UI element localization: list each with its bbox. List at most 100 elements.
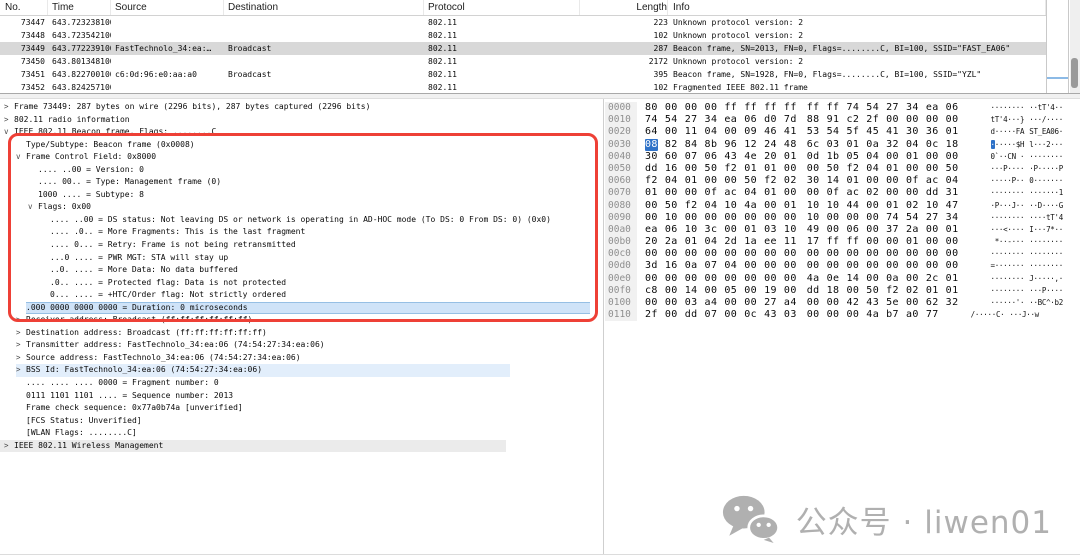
hex-byte[interactable]: ff: [724, 102, 737, 114]
hex-byte[interactable]: 01: [744, 224, 757, 236]
hex-byte[interactable]: 00: [946, 260, 959, 272]
hex-byte[interactable]: 00: [866, 273, 879, 285]
hex-byte[interactable]: ff: [846, 236, 859, 248]
hex-byte[interactable]: 01: [846, 139, 859, 151]
hex-byte[interactable]: 00: [906, 248, 919, 260]
hex-byte[interactable]: 91: [827, 114, 840, 126]
hex-byte[interactable]: 04: [866, 163, 879, 175]
column-header-length[interactable]: Length: [580, 0, 668, 15]
collapse-arrow-icon[interactable]: >: [4, 440, 14, 453]
hex-byte[interactable]: 03: [827, 139, 840, 151]
hex-byte[interactable]: 00: [685, 187, 698, 199]
tree-line[interactable]: >BSS Id: FastTechnolo_34:ea:06 (74:54:27…: [0, 364, 603, 377]
collapse-arrow-icon[interactable]: >: [4, 101, 14, 114]
collapse-arrow-icon[interactable]: >: [16, 339, 26, 352]
hex-byte[interactable]: 14: [685, 285, 698, 297]
hex-byte[interactable]: 08: [645, 139, 658, 151]
hex-byte[interactable]: 19: [764, 285, 777, 297]
hex-byte[interactable]: 00: [866, 236, 879, 248]
hex-byte[interactable]: 20: [764, 151, 777, 163]
hex-byte[interactable]: 62: [926, 297, 939, 309]
hex-byte[interactable]: 00: [784, 163, 797, 175]
hex-byte[interactable]: 00: [886, 187, 899, 199]
hex-byte[interactable]: 00: [744, 297, 757, 309]
hex-byte[interactable]: 50: [866, 285, 879, 297]
hex-byte[interactable]: 36: [926, 126, 939, 138]
tree-line[interactable]: >Receiver address: Broadcast (ff:ff:ff:f…: [0, 314, 603, 327]
hex-byte[interactable]: 3d: [645, 260, 658, 272]
hex-byte[interactable]: 00: [846, 212, 859, 224]
hex-byte[interactable]: 16: [665, 163, 678, 175]
hex-byte[interactable]: 01: [764, 163, 777, 175]
hex-byte[interactable]: 01: [744, 163, 757, 175]
hex-byte[interactable]: 00: [705, 212, 718, 224]
tree-line[interactable]: >Destination address: Broadcast (ff:ff:f…: [0, 327, 603, 340]
hex-byte[interactable]: 00: [665, 187, 678, 199]
hex-byte[interactable]: ee: [764, 236, 777, 248]
hex-byte[interactable]: 00: [645, 200, 658, 212]
hex-byte[interactable]: 47: [946, 200, 959, 212]
hex-byte[interactable]: 0a: [685, 260, 698, 272]
hex-byte[interactable]: 00: [724, 297, 737, 309]
hex-byte[interactable]: c2: [846, 114, 859, 126]
hex-byte[interactable]: 80: [645, 102, 658, 114]
hex-byte[interactable]: 07: [685, 151, 698, 163]
hex-byte[interactable]: ff: [807, 102, 820, 114]
hex-byte[interactable]: 10: [827, 200, 840, 212]
hex-byte[interactable]: 02: [784, 175, 797, 187]
hex-byte[interactable]: f2: [645, 175, 658, 187]
hex-byte[interactable]: 00: [724, 248, 737, 260]
hex-byte[interactable]: 0c: [744, 309, 757, 321]
hex-byte[interactable]: 01: [685, 175, 698, 187]
expand-arrow-icon[interactable]: v: [4, 126, 14, 139]
hex-byte[interactable]: 00: [866, 212, 879, 224]
hex-byte[interactable]: 00: [827, 297, 840, 309]
hex-byte[interactable]: 54: [906, 212, 919, 224]
hex-byte[interactable]: 00: [946, 114, 959, 126]
hex-byte[interactable]: 00: [866, 224, 879, 236]
hex-byte[interactable]: 01: [685, 236, 698, 248]
hex-byte[interactable]: 01: [784, 151, 797, 163]
hex-byte[interactable]: 32: [886, 139, 899, 151]
hex-byte[interactable]: 02: [906, 200, 919, 212]
tree-line[interactable]: Frame check sequence: 0x77a0b74a [unveri…: [0, 402, 603, 415]
collapse-arrow-icon[interactable]: >: [16, 364, 26, 377]
hex-byte[interactable]: 30: [807, 175, 820, 187]
hex-byte[interactable]: 77: [926, 309, 939, 321]
hex-byte[interactable]: 00: [764, 212, 777, 224]
hex-byte[interactable]: 00: [645, 297, 658, 309]
hex-byte[interactable]: 44: [846, 200, 859, 212]
hex-byte[interactable]: 27: [764, 297, 777, 309]
tree-line[interactable]: vFrame Control Field: 0x8000: [0, 151, 603, 164]
hex-byte[interactable]: 18: [946, 139, 959, 151]
hex-byte[interactable]: 4a: [807, 273, 820, 285]
hex-byte[interactable]: 01: [886, 163, 899, 175]
hex-byte[interactable]: 34: [906, 102, 919, 114]
hex-byte[interactable]: 00: [744, 212, 757, 224]
hex-byte[interactable]: 00: [807, 309, 820, 321]
hex-byte[interactable]: 01: [886, 200, 899, 212]
hex-byte[interactable]: 10: [807, 200, 820, 212]
hex-byte[interactable]: 54: [665, 114, 678, 126]
hex-byte[interactable]: d0: [764, 114, 777, 126]
tree-line[interactable]: [WLAN Flags: ........C]: [0, 427, 603, 440]
hex-byte[interactable]: 00: [744, 285, 757, 297]
hex-byte[interactable]: 82: [665, 139, 678, 151]
hex-byte[interactable]: 00: [846, 285, 859, 297]
scrollbar-thumb[interactable]: [1071, 58, 1078, 88]
hex-byte[interactable]: 01: [946, 224, 959, 236]
hex-byte[interactable]: 14: [846, 273, 859, 285]
hex-byte[interactable]: 50: [744, 175, 757, 187]
hex-byte[interactable]: 03: [764, 224, 777, 236]
tree-line[interactable]: .... 0... = Retry: Frame is not being re…: [0, 239, 603, 252]
hex-byte[interactable]: 00: [926, 151, 939, 163]
tree-line[interactable]: Type/Subtype: Beacon frame (0x0008): [0, 139, 603, 152]
hex-byte[interactable]: c8: [645, 285, 658, 297]
hex-byte[interactable]: ff: [827, 236, 840, 248]
hex-byte[interactable]: 00: [665, 309, 678, 321]
tree-line[interactable]: >Transmitter address: FastTechnolo_34:ea…: [0, 339, 603, 352]
hex-byte[interactable]: 00: [685, 273, 698, 285]
tree-line[interactable]: .... ..00 = DS status: Not leaving DS or…: [0, 214, 603, 227]
hex-byte[interactable]: 06: [846, 224, 859, 236]
hex-byte[interactable]: 00: [827, 248, 840, 260]
